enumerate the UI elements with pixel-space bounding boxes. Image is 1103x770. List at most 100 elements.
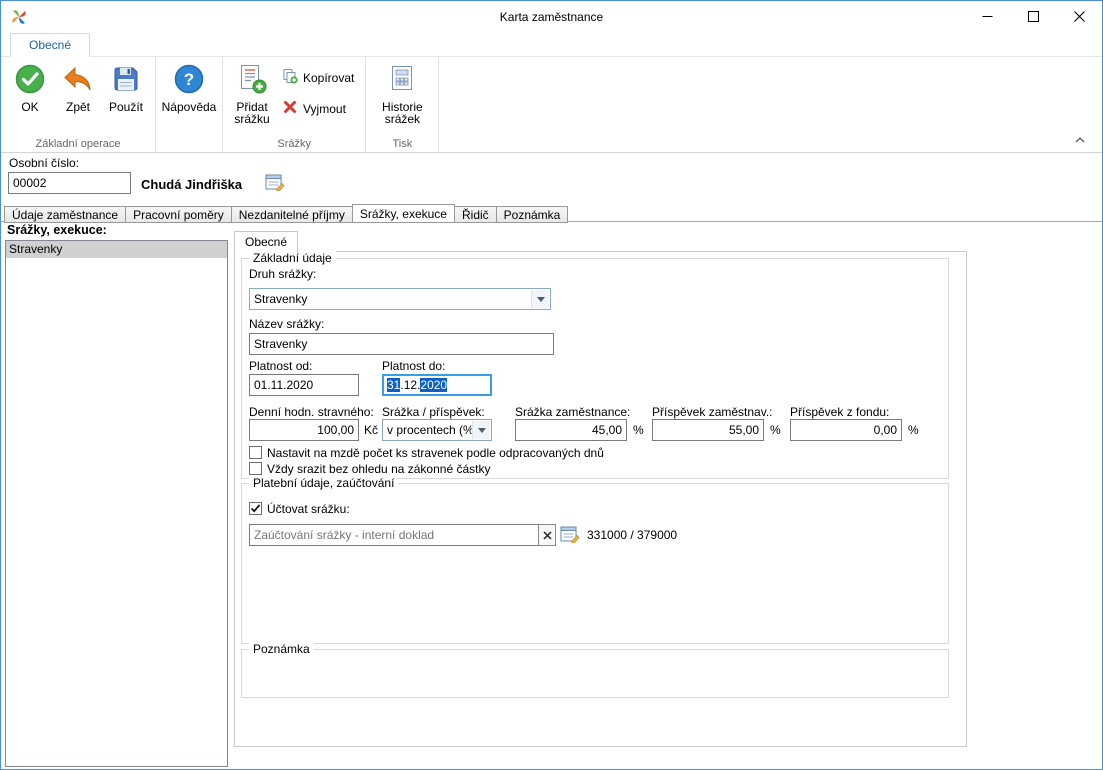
employee-card-icon[interactable] <box>265 174 285 192</box>
currency-unit: Kč <box>364 423 379 437</box>
select-posting-icon[interactable] <box>560 526 580 544</box>
employer-contribution-value: 55,00 <box>728 423 759 437</box>
employer-contribution-input[interactable]: 55,00 <box>652 419 764 441</box>
deductions-listbox[interactable]: Stravenky <box>5 240 228 767</box>
ribbon-group-basic: OK Zpět Použít Základní operace <box>1 57 156 152</box>
valid-from-label: Platnost od: <box>249 359 313 373</box>
ribbon-group-help: ? Nápověda <box>156 57 223 152</box>
personal-number-input[interactable]: 00002 <box>8 172 131 194</box>
employee-tabs: Údaje zaměstnance Pracovní poměry Nezdanit… <box>4 204 1101 223</box>
copy-label: Kopírovat <box>303 70 355 85</box>
ribbon-group-print-label: Tisk <box>392 138 413 150</box>
detail-tab-obecne[interactable]: Obecné <box>234 231 299 253</box>
back-label: Zpět <box>65 100 90 114</box>
history-report-icon <box>386 63 418 98</box>
deduction-history-label: Historie srážek <box>382 100 423 126</box>
employee-deduction-value: 45,00 <box>591 423 622 437</box>
ribbon-group-basic-label: Základní operace <box>35 138 121 150</box>
titlebar: Karta zaměstnance <box>1 1 1102 33</box>
deduction-type-select[interactable]: Stravenky <box>249 288 551 310</box>
chevron-down-icon <box>472 421 490 439</box>
window-title: Karta zaměstnance <box>499 10 604 24</box>
ribbon-tab-obecne[interactable]: Obecné <box>10 33 91 57</box>
ribbon-group-print: Historie srážek Tisk <box>366 57 440 152</box>
checkbox-always-deduct-label: Vždy srazit bez ohledu na zákonné částky <box>267 461 491 476</box>
percent-unit: % <box>908 423 919 437</box>
tab-nezdanitelne-prijmy[interactable]: Nezdanitelné příjmy <box>230 206 353 223</box>
employer-contribution-label: Příspěvek zaměstnav.: <box>652 405 773 419</box>
percent-unit: % <box>633 423 644 437</box>
deduction-type-label: Druh srážky: <box>249 267 317 281</box>
checkbox-account-deduction[interactable]: Účtovat srážku: <box>249 501 350 516</box>
mode-select[interactable]: v procentech (%) <box>382 419 492 441</box>
employee-name: Chudá Jindřiška <box>141 177 243 192</box>
cut-button[interactable]: Vyjmout <box>282 99 354 118</box>
close-button[interactable] <box>1056 1 1102 32</box>
minimize-button[interactable] <box>964 1 1010 32</box>
fund-contribution-input[interactable]: 0,00 <box>790 419 902 441</box>
add-deduction-label: Přidat srážku <box>234 100 270 126</box>
daily-value: 100,00 <box>317 423 354 437</box>
add-document-icon <box>236 63 268 98</box>
groupbox-note-title: Poznámka <box>249 642 314 656</box>
ribbon-group-deductions: Přidat srážku Kopírovat Vyjmout Srážky <box>223 57 367 152</box>
valid-to-day: 31 <box>387 378 401 392</box>
add-deduction-button[interactable]: Přidat srážku <box>228 59 276 125</box>
checkbox-unchecked-icon <box>249 462 262 475</box>
valid-from-input[interactable]: 01.11.2020 <box>249 374 359 396</box>
tab-srazky-exekuce[interactable]: Srážky, exekuce <box>351 204 455 223</box>
valid-to-year: 2020 <box>420 378 448 392</box>
groupbox-basic-title: Základní údaje <box>249 251 336 265</box>
ok-button[interactable]: OK <box>6 59 54 113</box>
apply-label: Použít <box>108 100 144 114</box>
list-item-stravenky[interactable]: Stravenky <box>6 241 227 258</box>
checkbox-unchecked-icon <box>249 446 262 459</box>
daily-value-label: Denní hodn. stravného: <box>249 405 374 419</box>
ok-label: OK <box>21 100 39 114</box>
percent-unit: % <box>770 423 781 437</box>
chevron-down-icon <box>531 290 549 308</box>
valid-from-value: 01.11.2020 <box>254 378 314 392</box>
valid-to-label: Platnost do: <box>382 359 446 373</box>
valid-to-input[interactable]: 31.12.2020 <box>382 374 492 396</box>
groupbox-note: Poznámka <box>241 642 949 698</box>
tab-pracovni-pomery[interactable]: Pracovní poměry <box>125 206 232 223</box>
employee-deduction-input[interactable]: 45,00 <box>515 419 627 441</box>
apply-button[interactable]: Použít <box>102 59 150 113</box>
help-icon: ? <box>173 63 205 98</box>
ok-icon <box>14 63 46 98</box>
personal-number-label: Osobní číslo: <box>9 156 80 170</box>
checkbox-always-deduct[interactable]: Vždy srazit bez ohledu na zákonné částky <box>249 461 490 476</box>
deduction-name-input[interactable]: Stravenky <box>249 333 554 355</box>
deduction-name-value: Stravenky <box>254 337 308 351</box>
back-button[interactable]: Zpět <box>54 59 102 113</box>
tab-udaje-zamestnance[interactable]: Údaje zaměstnance <box>4 206 127 223</box>
fund-contribution-value: 0,00 <box>873 423 897 437</box>
deduction-type-value: Stravenky <box>254 292 308 306</box>
mode-label: Srážka / příspěvek: <box>382 405 485 419</box>
personal-number-value: 00002 <box>13 176 47 190</box>
checkbox-meal-count-label: Nastavit na mzdě počet ks stravenek podl… <box>267 445 604 460</box>
checkbox-meal-count[interactable]: Nastavit na mzdě počet ks stravenek podl… <box>249 445 604 460</box>
help-button[interactable]: ? Nápověda <box>161 59 217 113</box>
deduction-history-button[interactable]: Historie srážek <box>371 59 433 125</box>
tab-poznamka[interactable]: Poznámka <box>495 206 569 223</box>
copy-icon <box>282 68 298 87</box>
daily-value-input[interactable]: 100,00 <box>249 419 359 441</box>
mode-value: v procentech (%) <box>387 423 478 437</box>
deduction-name-label: Název srážky: <box>249 317 325 331</box>
cut-icon <box>282 99 298 118</box>
ribbon-collapse-button[interactable] <box>1071 133 1089 147</box>
employee-deduction-label: Srážka zaměstnance: <box>515 405 631 419</box>
help-label: Nápověda <box>161 100 217 114</box>
tab-ridic[interactable]: Řidič <box>453 206 497 223</box>
copy-button[interactable]: Kopírovat <box>282 68 354 87</box>
app-icon <box>11 9 27 25</box>
clear-posting-button[interactable] <box>538 524 556 546</box>
maximize-button[interactable] <box>1010 1 1056 32</box>
back-arrow-icon <box>62 63 94 98</box>
ribbon-group-deductions-label: Srážky <box>277 138 311 150</box>
save-disk-icon <box>110 63 142 98</box>
posting-input[interactable]: Zaúčtování srážky - interní doklad <box>249 524 539 546</box>
checkbox-account-deduction-label: Účtovat srážku: <box>267 501 350 516</box>
